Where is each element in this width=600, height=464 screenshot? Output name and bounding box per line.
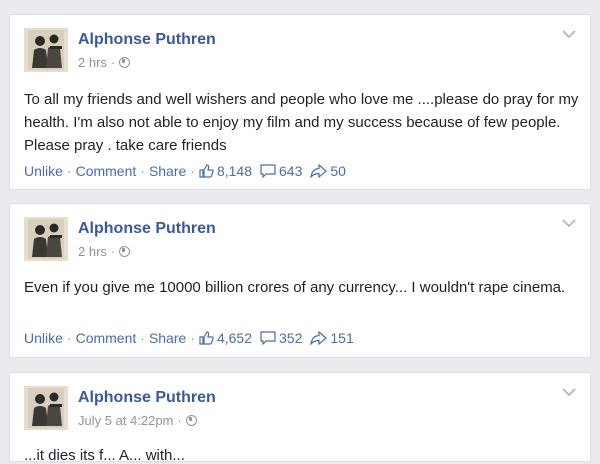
- author-name[interactable]: Alphonse Puthren: [78, 31, 216, 49]
- post-text: To all my friends and well wishers and p…: [24, 91, 579, 154]
- post-timestamp[interactable]: 2 hrs: [78, 55, 107, 70]
- comment-count-value: 643: [279, 163, 303, 179]
- chevron-down-icon[interactable]: [562, 29, 576, 39]
- author-name[interactable]: Alphonse Puthren: [78, 389, 216, 407]
- unlike-link[interactable]: Unlike: [24, 330, 63, 346]
- thumbs-up-icon: [199, 331, 214, 345]
- globe-icon[interactable]: [119, 57, 131, 68]
- comment-link[interactable]: Comment: [76, 330, 137, 346]
- post-meta: 2 hrs ·: [78, 55, 131, 70]
- comment-count-value: 352: [279, 330, 303, 346]
- post-actions: Unlike · Comment · Share · 8,148 643 50: [24, 163, 354, 179]
- share-count[interactable]: 50: [310, 163, 346, 179]
- avatar[interactable]: [24, 386, 68, 430]
- separator-dot: ·: [66, 163, 72, 179]
- share-count-value: 151: [330, 330, 354, 346]
- separator-dot: ·: [190, 330, 195, 346]
- author-name[interactable]: Alphonse Puthren: [78, 220, 216, 238]
- post-card: Alphonse Puthren 2 hrs · To all my frien…: [9, 14, 591, 190]
- separator-dot: ·: [140, 330, 145, 346]
- share-arrow-icon: [310, 331, 328, 345]
- post-stats: 8,148 643 50: [199, 163, 354, 179]
- post-actions: Unlike · Comment · Share · 4,652 352 151: [24, 330, 362, 346]
- separator-dot: ·: [190, 163, 195, 179]
- share-count-value: 50: [330, 163, 346, 179]
- separator-dot: ·: [177, 413, 182, 428]
- globe-icon[interactable]: [185, 415, 197, 426]
- comment-link[interactable]: Comment: [76, 163, 137, 179]
- share-count[interactable]: 151: [310, 330, 354, 346]
- like-count-value: 4,652: [216, 330, 253, 346]
- avatar[interactable]: [24, 217, 68, 261]
- unlike-link[interactable]: Unlike: [24, 163, 63, 179]
- separator-dot: ·: [140, 163, 145, 179]
- like-count[interactable]: 8,148: [199, 163, 252, 179]
- post-card: Alphonse Puthren 2 hrs · Even if you giv…: [9, 203, 591, 358]
- globe-icon[interactable]: [119, 246, 131, 257]
- post-timestamp[interactable]: 2 hrs: [78, 244, 107, 259]
- post-meta: July 5 at 4:22pm ·: [78, 413, 197, 428]
- comment-icon: [260, 164, 276, 178]
- like-count-value: 8,148: [216, 163, 253, 179]
- post-timestamp[interactable]: July 5 at 4:22pm: [78, 413, 173, 428]
- separator-dot: ·: [110, 55, 116, 70]
- comment-count[interactable]: 643: [260, 163, 302, 179]
- comment-icon: [260, 331, 276, 345]
- share-link[interactable]: Share: [149, 163, 186, 179]
- separator-dot: ·: [110, 244, 116, 259]
- post-text: Even if you give me 10000 billion crores…: [24, 279, 566, 296]
- share-arrow-icon: [310, 164, 328, 178]
- separator-dot: ·: [66, 330, 72, 346]
- chevron-down-icon[interactable]: [562, 387, 576, 397]
- share-link[interactable]: Share: [149, 330, 186, 346]
- chevron-down-icon[interactable]: [562, 218, 576, 228]
- post-card: Alphonse Puthren July 5 at 4:22pm · ...i…: [9, 372, 591, 464]
- avatar[interactable]: [24, 28, 68, 72]
- like-count[interactable]: 4,652: [199, 330, 252, 346]
- post-stats: 4,652 352 151: [199, 330, 362, 346]
- post-meta: 2 hrs ·: [78, 244, 131, 259]
- comment-count[interactable]: 352: [260, 330, 302, 346]
- thumbs-up-icon: [199, 164, 214, 178]
